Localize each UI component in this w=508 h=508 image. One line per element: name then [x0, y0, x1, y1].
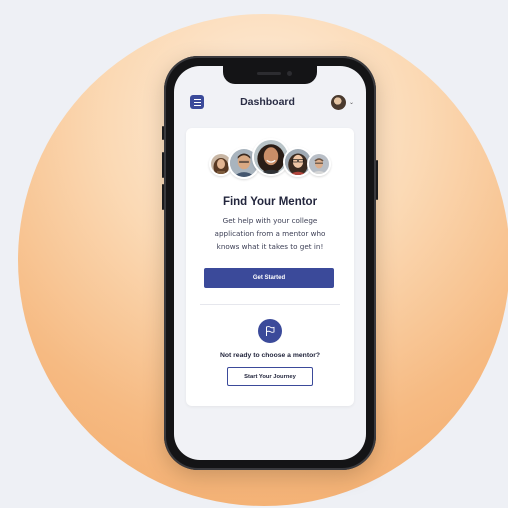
divider — [200, 304, 340, 305]
start-journey-button[interactable]: Start Your Journey — [227, 367, 313, 386]
user-menu[interactable]: ⌄ — [330, 94, 354, 110]
flag-icon-glyph — [266, 326, 275, 336]
notch — [223, 66, 317, 84]
mentor-card: Find Your Mentor Get help with your coll… — [186, 128, 354, 406]
avatar[interactable] — [330, 94, 346, 110]
flag-icon — [258, 319, 282, 343]
mute-switch — [162, 126, 164, 140]
page-title: Dashboard — [240, 96, 295, 108]
description-line: application from a mentor who — [214, 229, 326, 238]
card-title: Find Your Mentor — [222, 196, 318, 208]
volume-up-button — [162, 152, 164, 178]
card-description: Get help with your college application f… — [196, 214, 344, 253]
description-line: Get help with your college — [222, 216, 318, 225]
get-started-button[interactable]: Get Started — [204, 268, 334, 288]
front-camera — [287, 71, 292, 76]
phone-screen: Dashboard ⌄ Find Your Mentor Get help wi… — [174, 66, 366, 460]
mentor-avatar — [307, 152, 331, 176]
speaker — [257, 72, 281, 75]
mentor-avatars — [186, 138, 354, 190]
volume-down-button — [162, 184, 164, 210]
power-button — [376, 160, 378, 200]
hamburger-menu-icon[interactable] — [190, 95, 204, 109]
journey-prompt: Not ready to choose a mentor? — [219, 352, 321, 359]
chevron-down-icon[interactable]: ⌄ — [349, 99, 354, 106]
description-line: knows what it takes to get in! — [216, 242, 324, 251]
app-header: Dashboard ⌄ — [174, 84, 366, 120]
phone-frame: Dashboard ⌄ Find Your Mentor Get help wi… — [162, 56, 378, 470]
